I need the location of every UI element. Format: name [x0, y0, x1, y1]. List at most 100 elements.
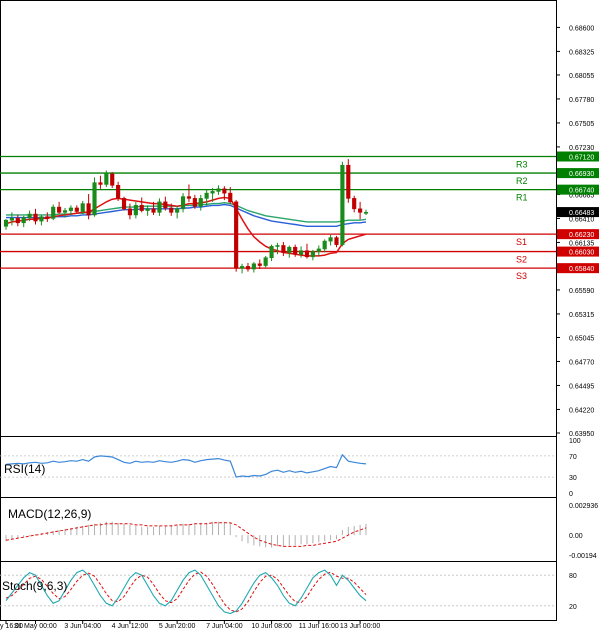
candle-body	[86, 203, 91, 216]
candle-body	[51, 206, 56, 219]
candle-body	[293, 246, 298, 255]
level-price-label-s3: 0.65840	[569, 266, 594, 273]
candle-body	[322, 240, 327, 250]
level-name-s3: S3	[516, 271, 527, 281]
price-tick-label: 0.66410	[569, 216, 594, 223]
candle-body	[3, 219, 9, 227]
candle-body	[316, 248, 321, 252]
candle-body	[104, 173, 109, 185]
stoch-tick-label: 20	[569, 604, 577, 611]
candle-body	[269, 246, 274, 258]
candle-body	[192, 198, 197, 207]
price-tick-label: 0.68600	[569, 25, 594, 32]
price-tick-label: 0.64220	[569, 407, 594, 414]
candle-body	[68, 207, 73, 211]
candle-body	[151, 208, 156, 213]
candle-body	[9, 218, 14, 221]
candle-body	[228, 192, 233, 203]
x-tick-label: 5 Jun 20:00	[159, 623, 196, 630]
candle-body	[116, 184, 121, 199]
price-tick-label: 0.64770	[569, 359, 594, 366]
rsi-tick-label: 70	[569, 454, 577, 461]
level-price-label-s1: 0.66230	[569, 232, 594, 239]
candle-body	[180, 196, 186, 210]
candle-body	[186, 196, 192, 199]
candle-body	[27, 213, 32, 218]
candle-body	[139, 205, 144, 211]
chart-svg: 0.68600 0.68325 0.68055 0.67780 0.67505 0.672…	[0, 0, 599, 630]
price-tick-label: 0.64495	[569, 383, 594, 390]
candle-body	[245, 266, 251, 270]
price-tick-label: 0.67780	[569, 97, 594, 104]
macd-tick-label: 0.002936	[569, 503, 598, 510]
price-tick-label: 0.67505	[569, 121, 594, 128]
rsi-tick-label: 30	[569, 475, 577, 482]
candle-body	[234, 201, 239, 269]
level-price-label-r3: 0.67120	[569, 155, 594, 162]
candle-body	[352, 198, 357, 210]
macd-label: MACD(12,26,9)	[8, 507, 91, 521]
candle-body	[304, 250, 310, 258]
candle-body	[328, 237, 333, 242]
candle-body	[222, 188, 227, 194]
rsi-tick-label: 0	[569, 491, 573, 498]
candle-body	[133, 205, 138, 216]
candle-body	[127, 208, 133, 216]
macd-tick-label: 0.00	[569, 533, 583, 540]
level-price-label-r1: 0.66740	[569, 188, 594, 195]
candle-body	[281, 245, 286, 253]
current-price-label: 0.66483	[569, 210, 594, 217]
candle-body	[45, 216, 50, 219]
x-tick-label: 10 Jun 08:00	[251, 623, 292, 630]
candle-body	[62, 210, 68, 213]
candle-body	[346, 164, 351, 199]
x-tick-label: 3 Jun 04:00	[64, 623, 101, 630]
candle-body	[21, 217, 26, 224]
level-name-r2: R2	[516, 176, 528, 186]
level-name-s1: S1	[516, 237, 527, 247]
candle-body	[204, 192, 209, 199]
candle-body	[92, 182, 97, 216]
candle-body	[169, 207, 174, 213]
candle-body	[145, 208, 150, 211]
rsi-tick-label: 100	[569, 438, 581, 445]
pane-frame-stoch	[0, 561, 557, 621]
price-tick-label: 0.65590	[569, 288, 594, 295]
price-tick-label: 0.63950	[569, 431, 594, 438]
candle-body	[39, 216, 44, 222]
candle-body	[175, 208, 180, 213]
price-tick-label: 0.65045	[569, 335, 594, 342]
x-tick-label: 13 Jun 00:00	[340, 623, 381, 630]
candle-body	[98, 182, 103, 185]
pane-frame-main	[0, 0, 557, 437]
price-tick-label: 0.67230	[569, 145, 594, 152]
rsi-label: RSI(14)	[4, 462, 45, 476]
candle-body	[287, 246, 292, 253]
stoch-label: Stoch(9,6,3)	[2, 579, 67, 593]
candle-body	[198, 198, 203, 207]
price-tick-label: 0.66135	[569, 240, 594, 247]
x-tick-label: 7 Jun 04:00	[206, 623, 243, 630]
candle-body	[216, 188, 221, 192]
price-tick-label: 0.65315	[569, 312, 594, 319]
level-name-r3: R3	[516, 160, 528, 170]
x-tick-label: 4 Jun 12:00	[112, 623, 149, 630]
price-tick-label: 0.68325	[569, 49, 594, 56]
candle-body	[121, 198, 127, 210]
x-tick-label: 31 May 00:00	[14, 623, 57, 630]
candle-body	[340, 164, 345, 245]
candle-body	[310, 251, 315, 258]
candle-body	[257, 263, 262, 266]
candle-body	[275, 245, 280, 247]
candle-body	[210, 191, 215, 194]
candle-body	[80, 203, 85, 212]
candle-body	[334, 237, 339, 245]
stoch-tick-label: 80	[569, 573, 577, 580]
price-tick-label: 0.68055	[569, 73, 594, 80]
candle-body	[157, 201, 162, 213]
level-price-label-r2: 0.66930	[569, 171, 594, 178]
macd-tick-label: -0.00194	[569, 553, 597, 560]
x-tick-label: 11 Jun 16:00	[299, 623, 339, 630]
candle-body	[358, 208, 363, 213]
pane-frame-rsi	[0, 436, 557, 498]
